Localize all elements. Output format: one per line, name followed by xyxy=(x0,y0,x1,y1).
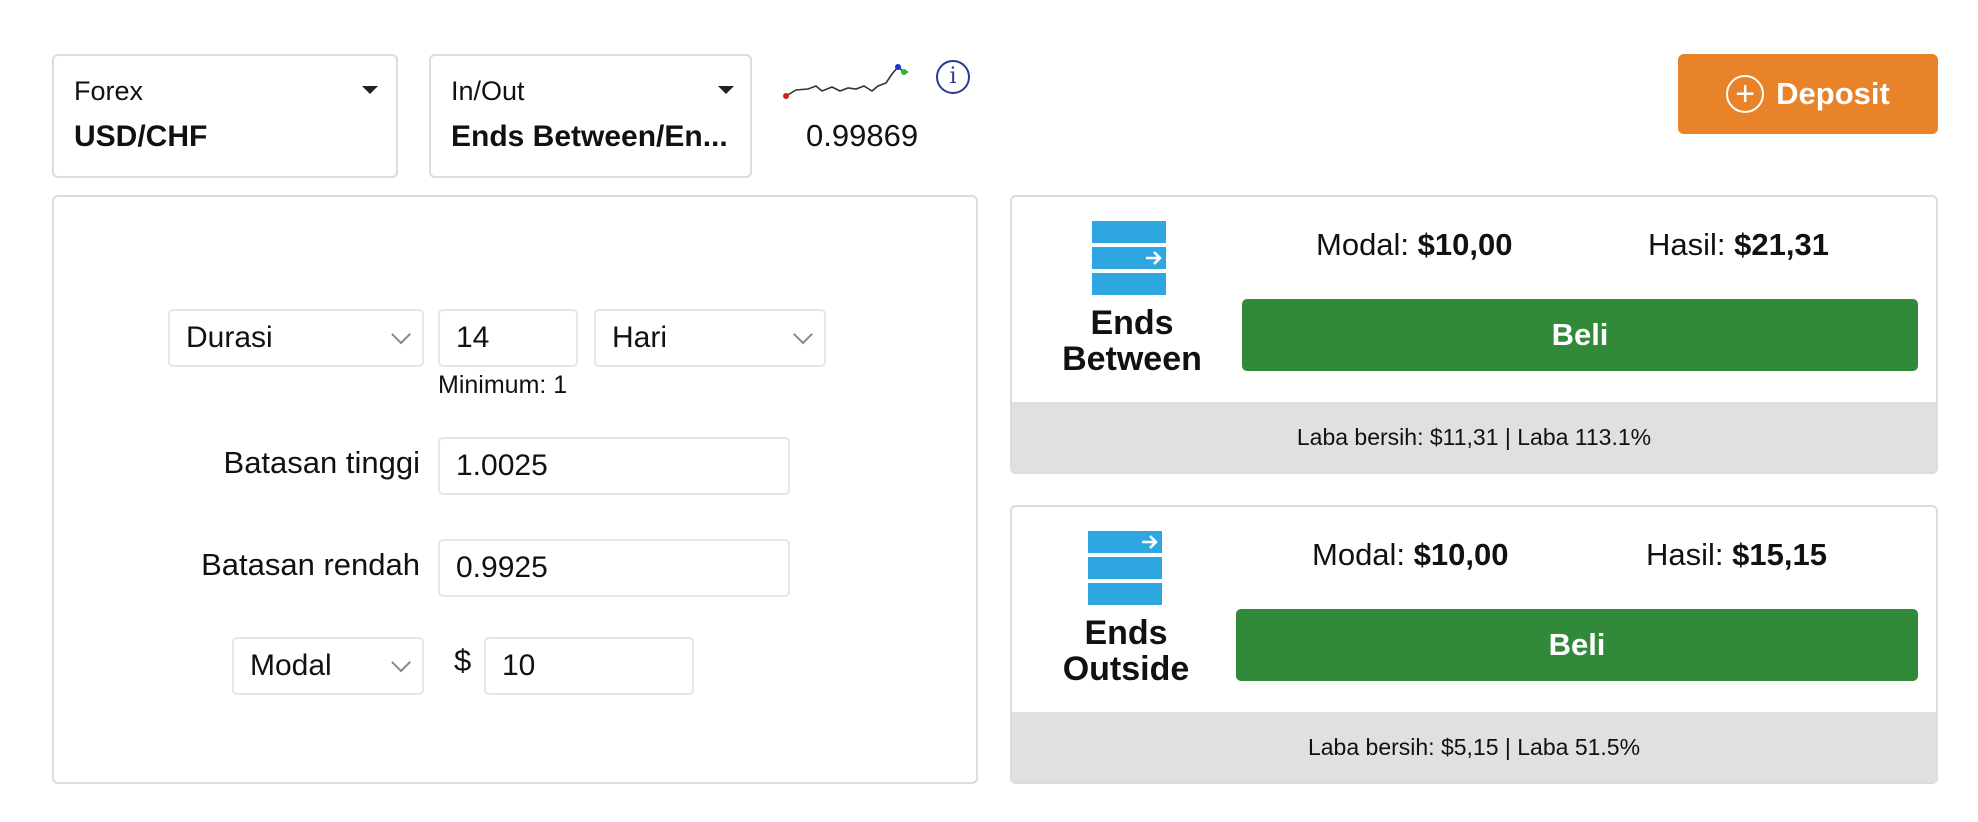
duration-unit-select[interactable]: Hari xyxy=(594,309,826,367)
option-title: Ends Between xyxy=(1052,305,1212,377)
ends-outside-icon xyxy=(1088,531,1162,605)
sparkline-path xyxy=(785,65,908,97)
info-icon[interactable]: i xyxy=(936,60,970,94)
payout-amount: Hasil: $21,31 xyxy=(1648,227,1829,263)
sparkline-icon xyxy=(783,64,908,99)
duration-input[interactable]: 14 xyxy=(438,309,578,367)
profit-summary: Laba bersih: $11,31 | Laba 113.1% xyxy=(1012,402,1936,472)
duration-minimum-hint: Minimum: 1 xyxy=(438,371,568,399)
buy-button[interactable]: Beli xyxy=(1242,299,1918,371)
deposit-button[interactable]: + Deposit xyxy=(1678,54,1938,134)
caret-down-icon xyxy=(718,86,734,94)
chevron-down-icon xyxy=(391,324,411,345)
option-type-selector[interactable]: In/Out Ends Between/En... xyxy=(429,54,752,178)
duration-unit-label: Hari xyxy=(612,321,668,354)
duration-value: 14 xyxy=(456,321,490,354)
chevron-down-icon xyxy=(793,324,813,345)
duration-type-label: Durasi xyxy=(186,321,273,354)
stake-amount-value: 10 xyxy=(502,649,536,682)
option-title-line1: Ends xyxy=(1084,614,1168,652)
asset-selector[interactable]: Forex USD/CHF xyxy=(52,54,398,178)
duration-type-select[interactable]: Durasi xyxy=(168,309,424,367)
payout-value: $21,31 xyxy=(1734,227,1829,262)
upper-limit-label: Batasan tinggi xyxy=(223,445,420,480)
stake-value: $10,00 xyxy=(1417,227,1513,262)
payout-value: $15,15 xyxy=(1732,537,1827,572)
stake-label: Modal: xyxy=(1312,537,1406,572)
currency-symbol: $ xyxy=(454,643,472,678)
current-price: 0.99869 xyxy=(806,118,919,153)
buy-label: Beli xyxy=(1548,627,1606,662)
stake-amount: Modal: $10,00 xyxy=(1316,227,1513,263)
chevron-down-icon xyxy=(391,652,411,673)
sparkline-end-dot xyxy=(901,69,907,75)
payout-label: Hasil: xyxy=(1648,227,1726,262)
stake-type-label: Modal xyxy=(250,649,332,682)
payout-amount: Hasil: $15,15 xyxy=(1646,537,1827,573)
deposit-label: Deposit xyxy=(1776,76,1890,111)
option-title-line2: Between xyxy=(1062,340,1202,378)
lower-limit-value: 0.9925 xyxy=(456,551,548,584)
profit-summary-text: Laba bersih: $11,31 | Laba 113.1% xyxy=(1296,423,1652,450)
caret-down-icon xyxy=(362,86,378,94)
profit-summary-text: Laba bersih: $5,15 | Laba 51.5% xyxy=(1307,733,1641,760)
option-card-ends-outside: Ends Outside Modal: $10,00 Hasil: $15,15… xyxy=(1010,505,1938,784)
trade-form-panel: Durasi 14 Hari Minimum: 1 Batasan tinggi… xyxy=(52,195,978,784)
plus-circle-icon: + xyxy=(1726,75,1765,113)
option-type-value: Ends Between/En... xyxy=(451,120,728,153)
stake-label: Modal: xyxy=(1316,227,1410,262)
payout-label: Hasil: xyxy=(1646,537,1724,572)
sparkline-high-dot xyxy=(895,64,901,70)
stake-amount: Modal: $10,00 xyxy=(1312,537,1509,573)
sparkline-start-dot xyxy=(783,93,789,99)
stake-type-select[interactable]: Modal xyxy=(232,637,424,695)
upper-limit-value: 1.0025 xyxy=(456,449,548,482)
upper-limit-input[interactable]: 1.0025 xyxy=(438,437,790,495)
buy-label: Beli xyxy=(1551,317,1609,352)
option-type-category: In/Out xyxy=(451,76,525,106)
profit-summary: Laba bersih: $5,15 | Laba 51.5% xyxy=(1012,712,1936,782)
asset-value: USD/CHF xyxy=(74,120,208,153)
lower-limit-input[interactable]: 0.9925 xyxy=(438,539,790,597)
option-title-line1: Ends xyxy=(1090,304,1174,342)
stake-amount-input[interactable]: 10 xyxy=(484,637,694,695)
option-card-ends-between: Ends Between Modal: $10,00 Hasil: $21,31… xyxy=(1010,195,1938,474)
stake-value: $10,00 xyxy=(1413,537,1509,572)
buy-button[interactable]: Beli xyxy=(1236,609,1918,681)
asset-category: Forex xyxy=(74,76,144,106)
ends-between-icon xyxy=(1092,221,1166,295)
lower-limit-label: Batasan rendah xyxy=(201,547,420,582)
option-title-line2: Outside xyxy=(1062,650,1190,688)
option-title: Ends Outside xyxy=(1046,615,1206,687)
